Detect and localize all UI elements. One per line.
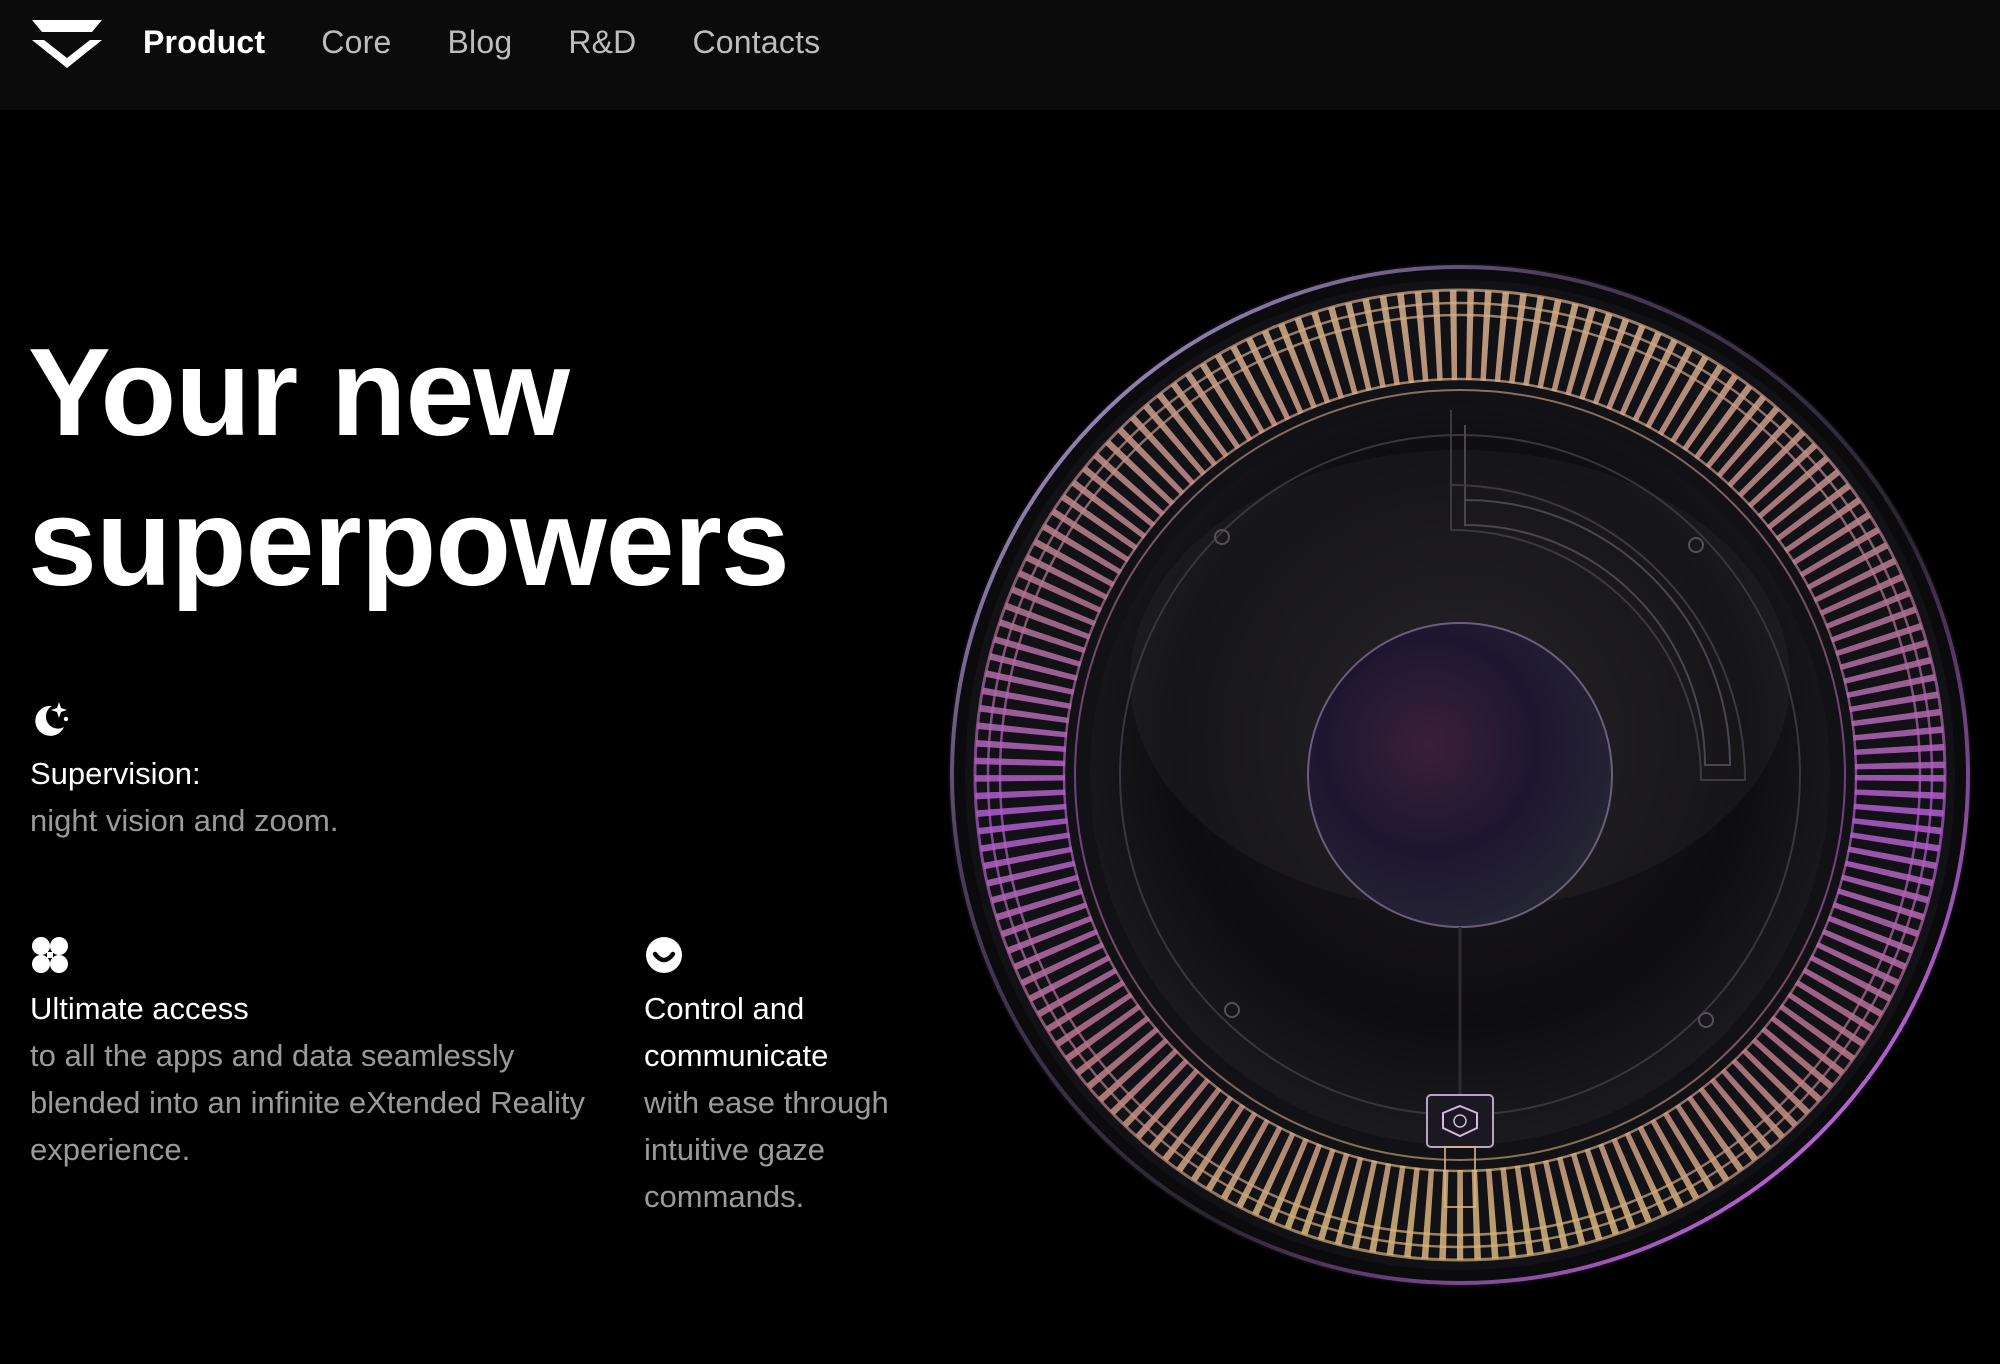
four-petals-icon: [32, 937, 68, 973]
feature-title: Control and communicate: [644, 991, 829, 1073]
nav-item-product[interactable]: Product: [143, 24, 265, 61]
nav-item-rnd[interactable]: R&D: [568, 24, 636, 61]
smart-contact-lens-illustration: [948, 263, 1972, 1287]
page: Product Core Blog R&D Contacts Your new …: [0, 0, 2000, 1364]
top-navigation-bar: Product Core Blog R&D Contacts: [0, 0, 2000, 110]
feature-description: night vision and zoom.: [30, 803, 339, 838]
hero-title: Your new superpowers: [28, 318, 790, 618]
feature-description: to all the apps and data seamlessly blen…: [30, 1038, 585, 1167]
smile-icon: [646, 937, 682, 973]
feature-description: with ease through intuitive gaze command…: [644, 1085, 889, 1214]
nav-item-blog[interactable]: Blog: [447, 24, 512, 61]
main-nav: Product Core Blog R&D Contacts: [143, 20, 876, 64]
feature-control-communicate: Control and communicate with ease throug…: [644, 935, 934, 1220]
hero-title-line-2: superpowers: [28, 474, 790, 612]
feature-ultimate-access: Ultimate access to all the apps and data…: [30, 935, 590, 1173]
nav-item-contacts[interactable]: Contacts: [693, 24, 821, 61]
feature-supervision: Supervision: night vision and zoom.: [30, 700, 590, 844]
feature-title: Supervision:: [30, 756, 201, 791]
brand-logo-icon[interactable]: [30, 18, 104, 70]
moon-stars-icon: [35, 702, 69, 736]
nav-item-core[interactable]: Core: [321, 24, 391, 61]
hero-title-line-1: Your new: [28, 324, 570, 462]
feature-title: Ultimate access: [30, 991, 249, 1026]
